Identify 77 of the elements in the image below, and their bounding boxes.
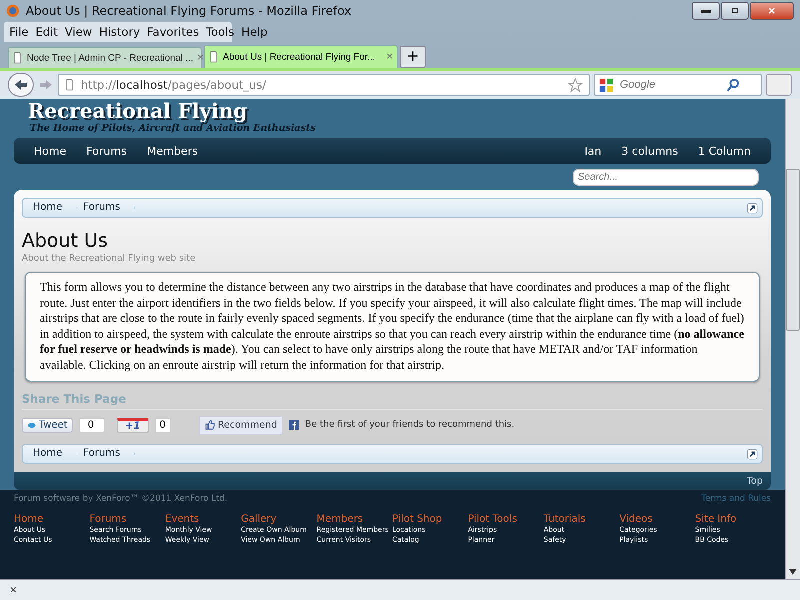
footer-heading-link[interactable]: Members bbox=[316, 514, 392, 525]
tab-close-button[interactable]: × bbox=[386, 51, 393, 63]
menu-item[interactable]: Favorites bbox=[144, 25, 203, 39]
down-arrow-icon bbox=[789, 569, 797, 575]
right-arrow-icon bbox=[38, 77, 54, 93]
nav-link[interactable]: Home bbox=[24, 144, 76, 158]
tweet-button[interactable]: Tweet bbox=[22, 418, 73, 432]
star-icon bbox=[568, 78, 583, 92]
arrow-icon bbox=[747, 448, 758, 460]
page-icon bbox=[65, 79, 75, 91]
footer-heading-link[interactable]: Forums bbox=[90, 514, 166, 525]
page-description: About the Recreational Flying web site bbox=[22, 254, 197, 264]
menu-item[interactable]: View bbox=[62, 25, 96, 39]
breadcrumb-link[interactable]: Home bbox=[27, 445, 78, 463]
menu-item[interactable]: File bbox=[6, 25, 32, 39]
new-tab-button[interactable]: + bbox=[400, 46, 426, 68]
back-button[interactable] bbox=[8, 73, 34, 97]
web-search-field[interactable]: Google bbox=[620, 79, 720, 91]
plus-one-button[interactable]: +1 bbox=[117, 418, 149, 432]
minimize-button[interactable] bbox=[692, 2, 720, 20]
breadcrumb-link[interactable]: Home bbox=[27, 199, 78, 217]
browser-tab[interactable]: Node Tree | Admin CP - Recreational ... × bbox=[8, 47, 202, 68]
maximize-icon bbox=[730, 6, 740, 16]
footer-heading-link[interactable]: Pilot Tools bbox=[468, 514, 544, 525]
nav-link[interactable]: Members bbox=[137, 144, 208, 158]
tweet-count: 0 bbox=[78, 418, 106, 432]
tab-close-button[interactable]: × bbox=[198, 52, 204, 64]
globe-icon bbox=[6, 4, 20, 18]
recommend-button[interactable]: Recommend bbox=[198, 416, 284, 434]
thumbs-up-icon bbox=[204, 420, 215, 430]
footer-heading-link[interactable]: Events bbox=[165, 514, 242, 525]
toolbar-button[interactable] bbox=[766, 74, 792, 96]
page-title: About Us bbox=[22, 230, 110, 252]
left-arrow-icon bbox=[13, 77, 29, 93]
plus-one-count: 0 bbox=[154, 418, 171, 432]
description-paragraph: This form allows you to determine the distance between any two airstrips in the database that have coordinates and produces a map of the flight route. Just enter the airport identifiers in the two fields below. If you specify your airspeed, it will also calculate flight times. The map will include airstrips that are close to the route in fairly evenly spaced segments. If you specify the endurance (time that the airplane can fly with a load of fuel) in addition to airspeed, the system with calculate the enroute airstrips so that you can reach every airstrip within the endurance time (no allowance for fuel reserve or headwinds is made). You can select to have only airstrips along the route that have METAR and/or TAF information available. Clicking on an enroute airstrip will return the information for that airstrip. bbox=[25, 272, 760, 382]
nav-link[interactable]: 1 Column bbox=[688, 144, 761, 158]
menu-item[interactable]: Tools bbox=[202, 25, 238, 39]
search-icon bbox=[726, 78, 741, 92]
footer-heading-link[interactable]: Home bbox=[14, 514, 90, 525]
footer-heading-link[interactable]: Videos bbox=[620, 514, 696, 525]
google-icon bbox=[599, 78, 614, 92]
menu-item[interactable]: Help bbox=[238, 25, 272, 39]
site-tagline: The Home of Pilots, Aircraft and Aviation Enthusiasts bbox=[29, 123, 317, 136]
breadcrumb-link[interactable]: Forums bbox=[78, 445, 136, 463]
footer-heading-link[interactable]: Gallery bbox=[241, 514, 317, 525]
top-link[interactable]: Top bbox=[746, 476, 763, 486]
close-button[interactable]: × bbox=[10, 583, 18, 597]
menu-item[interactable]: History bbox=[96, 25, 144, 39]
maximize-button[interactable] bbox=[721, 2, 749, 20]
site-logo: Recreational Flying bbox=[27, 99, 249, 123]
scrollbar-thumb[interactable] bbox=[786, 169, 800, 331]
footer-heading-link[interactable]: Site Info bbox=[695, 514, 771, 525]
window-title: About Us | Recreational Flying Forums - Mozilla Firefox bbox=[26, 4, 353, 18]
search-field[interactable]: Search... bbox=[573, 169, 759, 186]
nav-link[interactable]: 3 columns bbox=[612, 144, 688, 158]
close-button[interactable] bbox=[750, 2, 794, 20]
f-logo-icon bbox=[289, 420, 300, 430]
web-search-box[interactable]: Google bbox=[594, 74, 762, 96]
copyright-text: Forum software by XenForo™ ©2011 XenForo Ltd. bbox=[14, 494, 228, 504]
nav-link[interactable]: Forums bbox=[76, 144, 138, 158]
recommend-text: Be the first of your friends to recommend this. bbox=[305, 420, 515, 430]
page-icon bbox=[209, 51, 219, 63]
page-icon bbox=[13, 52, 23, 64]
url-text: http://localhost/pages/about_us/ bbox=[81, 78, 266, 92]
footer-heading-link[interactable]: Tutorials bbox=[544, 514, 620, 525]
section-heading: Share This Page bbox=[22, 392, 763, 410]
close-icon bbox=[767, 6, 777, 16]
nav-link[interactable]: Ian bbox=[574, 144, 612, 158]
address-bar[interactable]: http://localhost/pages/about_us/ bbox=[58, 74, 590, 96]
browser-tab[interactable]: About Us | Recreational Flying For... × bbox=[204, 45, 398, 68]
breadcrumb-link[interactable]: Forums bbox=[78, 199, 136, 217]
minimize-icon bbox=[701, 10, 711, 12]
scrollbar[interactable] bbox=[785, 99, 800, 579]
menu-item[interactable]: Edit bbox=[32, 25, 62, 39]
footer-heading-link[interactable]: Pilot Shop bbox=[392, 514, 468, 525]
arrow-icon bbox=[747, 202, 758, 214]
